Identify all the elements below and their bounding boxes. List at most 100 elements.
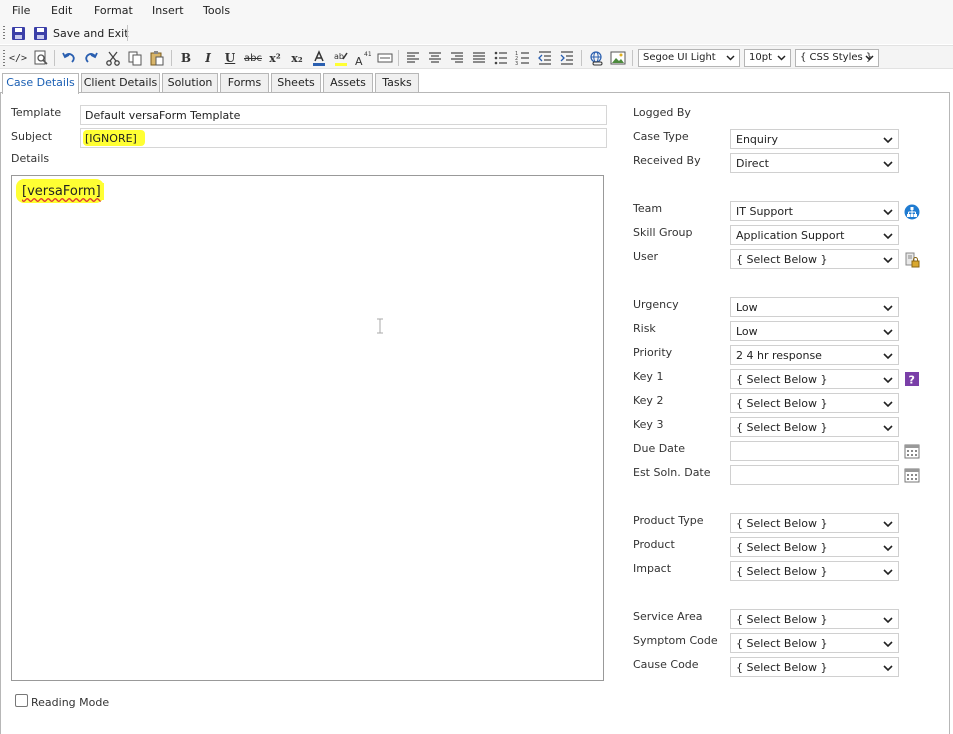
key3-dropdown[interactable]: { Select Below } [730, 417, 899, 437]
subject-value: [IGNORE] [83, 130, 145, 146]
divider [54, 50, 55, 66]
divider [127, 25, 128, 41]
service-area-dropdown[interactable]: { Select Below } [730, 609, 899, 629]
link-icon[interactable] [587, 49, 605, 67]
menu-file[interactable]: File [12, 4, 30, 17]
menu-format[interactable]: Format [94, 4, 133, 17]
due-date-input[interactable] [730, 441, 899, 461]
font-color-icon[interactable] [310, 49, 328, 67]
justify-icon[interactable] [470, 49, 488, 67]
subject-label: Subject [11, 130, 53, 143]
align-left-icon[interactable] [404, 49, 422, 67]
source-code-icon[interactable]: </> [9, 49, 27, 67]
product-type-dropdown[interactable]: { Select Below } [730, 513, 899, 533]
chevron-down-icon [865, 53, 874, 65]
received-by-dropdown[interactable]: Direct [730, 153, 899, 173]
received-by-label: Received By [633, 154, 701, 167]
redo-icon[interactable] [82, 49, 100, 67]
key1-dropdown[interactable]: { Select Below } [730, 369, 899, 389]
cause-code-dropdown[interactable]: { Select Below } [730, 657, 899, 677]
superscript-icon[interactable]: x² [266, 49, 284, 67]
font-family-select[interactable]: Segoe UI Light [638, 49, 740, 67]
divider [581, 50, 582, 66]
chevron-down-icon [883, 615, 893, 628]
css-styles-select[interactable]: { CSS Styles } [795, 49, 879, 67]
tab-forms[interactable]: Forms [220, 73, 269, 93]
symptom-code-label: Symptom Code [633, 634, 718, 647]
product-label: Product [633, 538, 675, 551]
subject-field[interactable]: [IGNORE] [80, 128, 607, 148]
key1-label: Key 1 [633, 370, 664, 383]
risk-dropdown[interactable]: Low [730, 321, 899, 341]
user-lock-icon[interactable] [904, 252, 920, 268]
align-center-icon[interactable] [426, 49, 444, 67]
save-and-exit-icon[interactable] [33, 26, 48, 44]
priority-dropdown[interactable]: 2 4 hr response [730, 345, 899, 365]
cut-icon[interactable] [104, 49, 122, 67]
copy-icon[interactable] [126, 49, 144, 67]
indent-icon[interactable] [558, 49, 576, 67]
team-dropdown[interactable]: IT Support [730, 201, 899, 221]
tab-sheets[interactable]: Sheets [271, 73, 321, 93]
strikethrough-icon[interactable]: abc [243, 49, 263, 67]
risk-label: Risk [633, 322, 656, 335]
tab-case-details[interactable]: Case Details [2, 73, 79, 94]
service-area-label: Service Area [633, 610, 703, 623]
priority-label: Priority [633, 346, 673, 359]
numbered-list-icon[interactable]: 123 [514, 49, 532, 67]
menu-tools[interactable]: Tools [203, 4, 230, 17]
impact-label: Impact [633, 562, 672, 575]
case-type-value: Enquiry [736, 133, 778, 146]
chevron-down-icon [883, 255, 893, 268]
tab-solution[interactable]: Solution [162, 73, 218, 93]
preview-icon[interactable] [32, 49, 50, 67]
details-editor[interactable]: [versaForm] [11, 175, 604, 681]
paste-icon[interactable] [148, 49, 166, 67]
save-icon[interactable] [11, 26, 26, 44]
symptom-code-dropdown[interactable]: { Select Below } [730, 633, 899, 653]
font-size-icon[interactable]: A 41 [354, 49, 372, 67]
align-right-icon[interactable] [448, 49, 466, 67]
product-dropdown[interactable]: { Select Below } [730, 537, 899, 557]
editor-toolbar: </> B I U abc x² x₂ ab A 41 1 2 3 Segoe … [0, 45, 953, 69]
tab-assets[interactable]: Assets [323, 73, 373, 93]
service-area-value: { Select Below } [736, 613, 828, 626]
font-size-select[interactable]: 10pt [744, 49, 791, 67]
chevron-down-icon [883, 351, 893, 364]
menu-insert[interactable]: Insert [152, 4, 184, 17]
key2-dropdown[interactable]: { Select Below } [730, 393, 899, 413]
est-soln-date-input[interactable] [730, 465, 899, 485]
css-styles-value: { CSS Styles } [800, 52, 873, 63]
calendar-icon[interactable] [904, 467, 920, 483]
outdent-icon[interactable] [536, 49, 554, 67]
save-and-exit-button[interactable]: Save and Exit [53, 27, 129, 40]
user-dropdown[interactable]: { Select Below } [730, 249, 899, 269]
reading-mode-checkbox[interactable] [15, 694, 28, 707]
italic-icon[interactable]: I [199, 49, 217, 67]
subscript-icon[interactable]: x₂ [288, 49, 306, 67]
menu-edit[interactable]: Edit [51, 4, 72, 17]
horizontal-rule-icon[interactable] [376, 49, 394, 67]
tab-client-details[interactable]: Client Details [81, 73, 160, 93]
case-type-dropdown[interactable]: Enquiry [730, 129, 899, 149]
underline-icon[interactable]: U [221, 49, 239, 67]
calendar-icon[interactable] [904, 443, 920, 459]
chevron-down-icon [883, 375, 893, 388]
undo-icon[interactable] [60, 49, 78, 67]
highlight-icon[interactable]: ab [332, 49, 350, 67]
divider [398, 50, 399, 66]
team-hierarchy-icon[interactable] [904, 204, 920, 220]
font-family-value: Segoe UI Light [643, 52, 716, 63]
bullet-list-icon[interactable] [492, 49, 510, 67]
impact-dropdown[interactable]: { Select Below } [730, 561, 899, 581]
bold-icon[interactable]: B [177, 49, 195, 67]
chevron-down-icon [883, 327, 893, 340]
tab-tasks[interactable]: Tasks [375, 73, 419, 93]
urgency-dropdown[interactable]: Low [730, 297, 899, 317]
priority-value: 2 4 hr response [736, 349, 822, 362]
skill-group-dropdown[interactable]: Application Support [730, 225, 899, 245]
image-icon[interactable] [609, 49, 627, 67]
svg-text:3: 3 [515, 61, 518, 66]
help-icon[interactable]: ? [904, 371, 920, 387]
template-field[interactable]: Default versaForm Template [80, 105, 607, 125]
